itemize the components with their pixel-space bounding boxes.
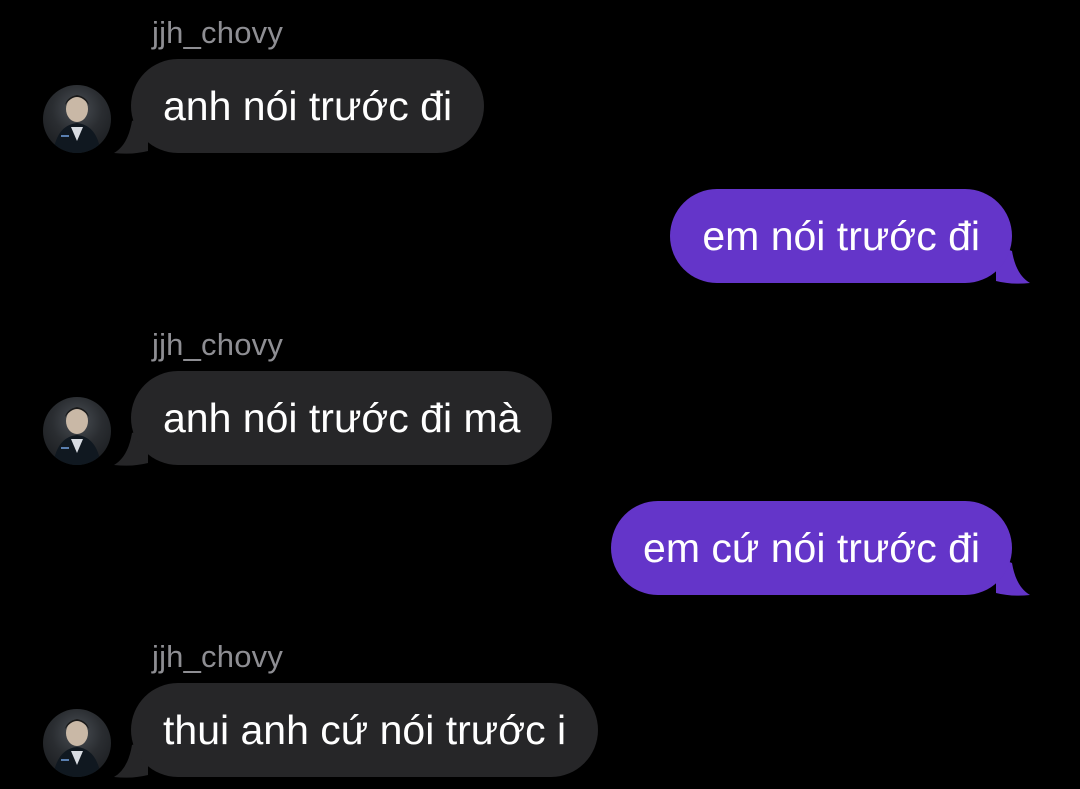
sender-name: jjh_chovy	[152, 639, 284, 674]
outgoing-message-bubble[interactable]: em cứ nói trước đi	[611, 501, 1012, 595]
message-text: anh nói trước đi	[163, 83, 453, 129]
avatar-photo-icon	[53, 95, 101, 153]
sender-name: jjh_chovy	[152, 15, 284, 50]
outgoing-message-bubble[interactable]: em nói trước đi	[670, 189, 1012, 283]
incoming-message-bubble[interactable]: anh nói trước đi	[131, 59, 485, 153]
avatar[interactable]	[43, 397, 111, 465]
message-text: em nói trước đi	[702, 213, 980, 259]
avatar-photo-icon	[53, 407, 101, 465]
avatar-photo-icon	[53, 719, 101, 777]
avatar[interactable]	[43, 709, 111, 777]
sender-name: jjh_chovy	[152, 327, 284, 362]
message-text: thui anh cứ nói trước i	[163, 707, 567, 753]
message-text: anh nói trước đi mà	[163, 395, 521, 441]
message-thread: jjh_chovy anh nói trước đi em nói trước …	[0, 0, 1080, 789]
avatar[interactable]	[43, 85, 111, 153]
incoming-message-bubble[interactable]: anh nói trước đi mà	[131, 371, 553, 465]
incoming-message-bubble[interactable]: thui anh cứ nói trước i	[131, 683, 599, 777]
message-text: em cứ nói trước đi	[643, 525, 980, 571]
